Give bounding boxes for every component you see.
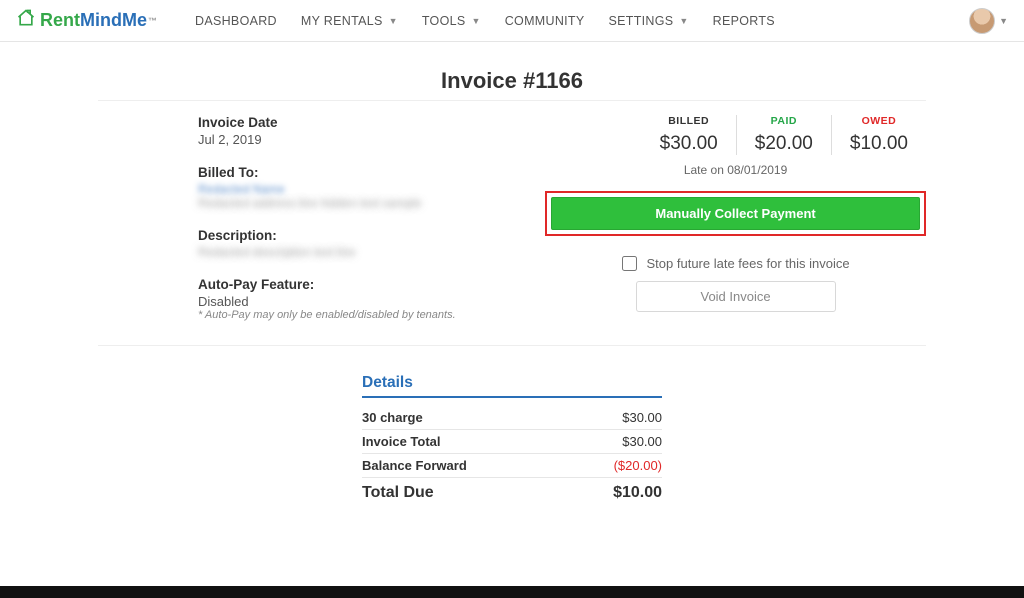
owed-value: $10.00: [850, 133, 908, 155]
brand-logo[interactable]: RentMindMe™: [16, 8, 157, 33]
billed-box: BILLED $30.00: [642, 115, 736, 155]
detail-row-due: Total Due $10.00: [362, 478, 662, 506]
paid-box: PAID $20.00: [736, 115, 831, 155]
brand-text-mindme: MindMe: [80, 10, 147, 31]
collect-payment-button[interactable]: Manually Collect Payment: [551, 197, 920, 230]
amount-summary: BILLED $30.00 PAID $20.00 OWED $10.00: [545, 115, 926, 155]
divider: [98, 345, 926, 346]
detail-label: 30 charge: [362, 410, 423, 425]
nav-community[interactable]: COMMUNITY: [495, 6, 595, 36]
late-text: Late on 08/01/2019: [545, 163, 926, 177]
detail-label: Balance Forward: [362, 458, 467, 473]
invoice-info-column: Invoice Date Jul 2, 2019 Billed To: Reda…: [98, 115, 545, 339]
billed-value: $30.00: [660, 133, 718, 155]
autopay-value: Disabled: [198, 294, 545, 309]
description-block: Description: Redacted description text l…: [198, 228, 545, 259]
house-icon: [16, 8, 36, 33]
detail-label: Invoice Total: [362, 434, 441, 449]
invoice-date-block: Invoice Date Jul 2, 2019: [198, 115, 545, 147]
billed-to-label: Billed To:: [198, 165, 545, 180]
autopay-label: Auto-Pay Feature:: [198, 277, 545, 292]
detail-row-balance: Balance Forward ($20.00): [362, 454, 662, 478]
top-bar: RentMindMe™ DASHBOARD MY RENTALS▼ TOOLS▼…: [0, 0, 1024, 42]
paid-value: $20.00: [755, 133, 813, 155]
details-title: Details: [362, 374, 662, 398]
footer-bar: [0, 586, 1024, 598]
detail-row-charge: 30 charge $30.00: [362, 406, 662, 430]
nav-myrentals[interactable]: MY RENTALS▼: [291, 6, 408, 36]
autopay-note: * Auto-Pay may only be enabled/disabled …: [198, 309, 545, 321]
highlight-box: Manually Collect Payment: [545, 191, 926, 236]
avatar: [969, 8, 995, 34]
description-label: Description:: [198, 228, 545, 243]
description-obscured: Redacted description text line: [198, 245, 545, 259]
main-nav: DASHBOARD MY RENTALS▼ TOOLS▼ COMMUNITY S…: [185, 6, 785, 36]
page-body: Invoice #1166 Invoice Date Jul 2, 2019 B…: [0, 42, 1024, 526]
chevron-down-icon: ▼: [999, 16, 1008, 26]
chevron-down-icon: ▼: [679, 16, 688, 26]
detail-value: ($20.00): [614, 458, 662, 473]
void-invoice-button[interactable]: Void Invoice: [636, 281, 836, 312]
billed-to-address-obscured: Redacted address line hidden text sample: [198, 196, 545, 210]
page-title: Invoice #1166: [98, 68, 926, 94]
brand-text-rent: Rent: [40, 10, 80, 31]
owed-box: OWED $10.00: [831, 115, 926, 155]
invoice-date-value: Jul 2, 2019: [198, 132, 545, 147]
chevron-down-icon: ▼: [389, 16, 398, 26]
chevron-down-icon: ▼: [472, 16, 481, 26]
actions-column: BILLED $30.00 PAID $20.00 OWED $10.00 La…: [545, 115, 926, 339]
nav-tools[interactable]: TOOLS▼: [412, 6, 491, 36]
billed-label: BILLED: [660, 115, 718, 127]
detail-row-total: Invoice Total $30.00: [362, 430, 662, 454]
autopay-block: Auto-Pay Feature: Disabled * Auto-Pay ma…: [198, 277, 545, 321]
stop-fees-checkbox[interactable]: [622, 256, 637, 271]
detail-value: $30.00: [622, 434, 662, 449]
divider: [98, 100, 926, 101]
owed-label: OWED: [850, 115, 908, 127]
nav-dashboard[interactable]: DASHBOARD: [185, 6, 287, 36]
detail-value: $30.00: [622, 410, 662, 425]
details-section: Details 30 charge $30.00 Invoice Total $…: [362, 374, 662, 506]
detail-label: Total Due: [362, 484, 434, 502]
paid-label: PAID: [755, 115, 813, 127]
nav-reports[interactable]: REPORTS: [703, 6, 785, 36]
detail-value: $10.00: [613, 484, 662, 502]
nav-settings[interactable]: SETTINGS▼: [599, 6, 699, 36]
stop-fees-row: Stop future late fees for this invoice: [545, 256, 926, 271]
stop-fees-label: Stop future late fees for this invoice: [647, 256, 850, 271]
billed-to-block: Billed To: Redacted Name Redacted addres…: [198, 165, 545, 210]
invoice-date-label: Invoice Date: [198, 115, 545, 130]
brand-tm: ™: [148, 16, 157, 26]
billed-to-name-obscured: Redacted Name: [198, 182, 545, 196]
user-menu[interactable]: ▼: [969, 8, 1008, 34]
